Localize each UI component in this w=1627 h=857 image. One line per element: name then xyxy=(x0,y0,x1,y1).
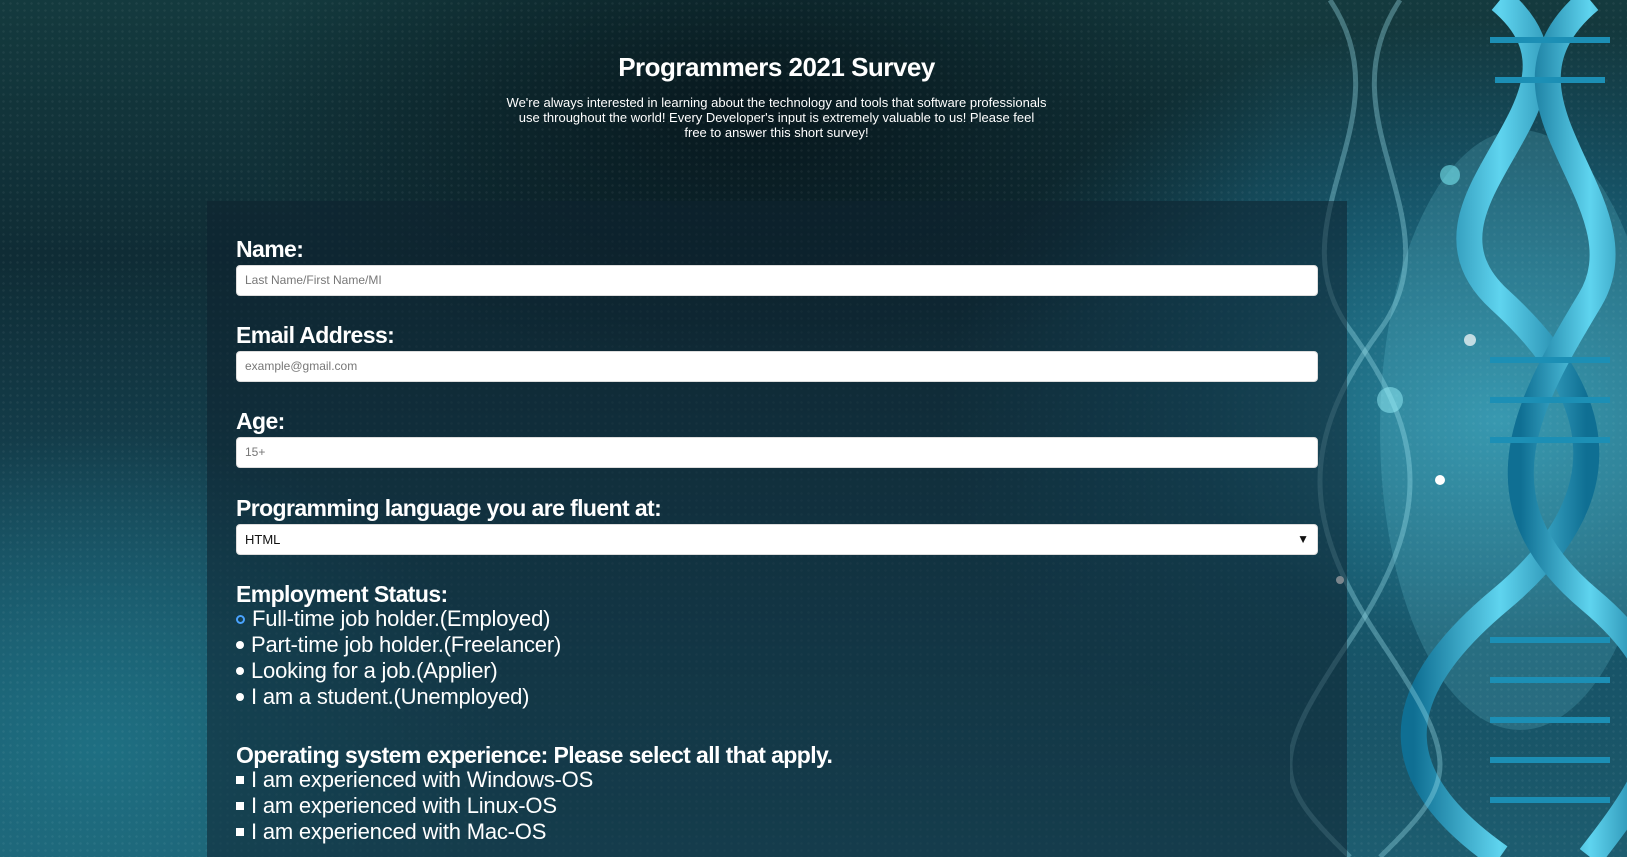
checkbox[interactable] xyxy=(236,828,244,837)
page-title: Programmers 2021 Survey xyxy=(618,52,935,82)
survey-description: We're always interested in learning abou… xyxy=(506,95,1047,140)
os-label: Operating system experience: Please sele… xyxy=(236,742,833,768)
age-input[interactable]: 15+ xyxy=(236,437,1318,468)
radio-button[interactable] xyxy=(236,641,244,650)
employment-option[interactable]: Looking for a job.(Applier) xyxy=(236,658,498,684)
language-dropdown[interactable]: HTML ▼ xyxy=(236,524,1318,555)
checkbox[interactable] xyxy=(236,802,244,811)
name-input[interactable]: Last Name/First Name/MI xyxy=(236,265,1318,296)
age-label: Age: xyxy=(236,408,285,434)
os-option[interactable]: I am experienced with Mac-OS xyxy=(236,819,546,845)
radio-button[interactable] xyxy=(236,614,245,624)
os-option[interactable]: I am experienced with Linux-OS xyxy=(236,793,557,819)
survey-form: Name: Last Name/First Name/MI Email Addr… xyxy=(207,201,1347,857)
name-label: Name: xyxy=(236,236,304,262)
email-label: Email Address: xyxy=(236,322,395,348)
language-label: Programming language you are fluent at: xyxy=(236,495,662,521)
checkbox[interactable] xyxy=(236,776,244,785)
employment-option[interactable]: Part-time job holder.(Freelancer) xyxy=(236,632,561,658)
language-selected-value: HTML xyxy=(245,532,281,547)
email-input[interactable]: example@gmail.com xyxy=(236,351,1318,382)
employment-label: Employment Status: xyxy=(236,581,448,607)
chevron-down-icon: ▼ xyxy=(1297,532,1309,546)
radio-button[interactable] xyxy=(236,693,244,702)
employment-option[interactable]: I am a student.(Unemployed) xyxy=(236,684,529,710)
survey-header: Programmers 2021 Survey We're always int… xyxy=(0,52,1553,140)
os-option[interactable]: I am experienced with Windows-OS xyxy=(236,767,593,793)
radio-button[interactable] xyxy=(236,667,244,676)
employment-option[interactable]: Full-time job holder.(Employed) xyxy=(236,606,550,632)
